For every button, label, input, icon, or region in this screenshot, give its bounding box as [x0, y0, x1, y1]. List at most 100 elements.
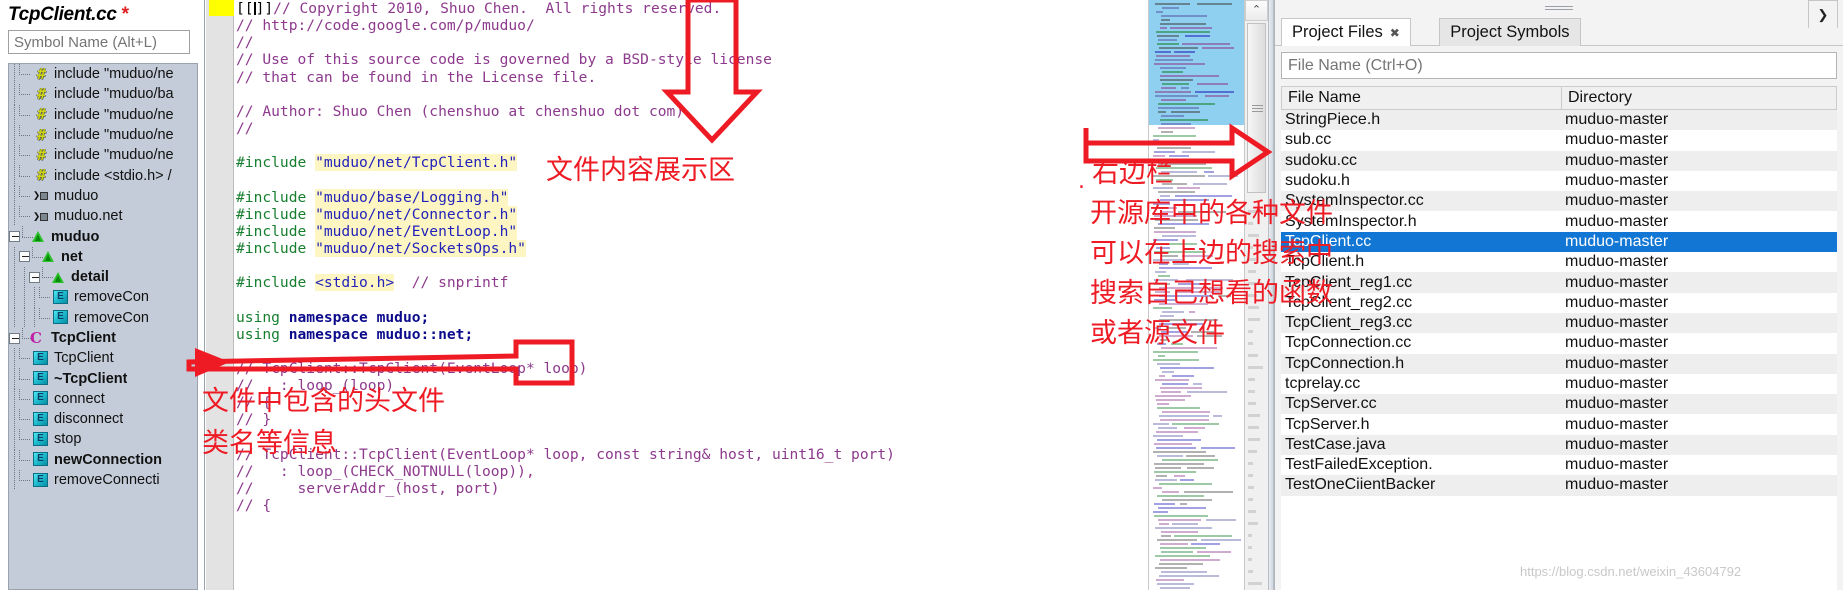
minimap-line	[1155, 379, 1189, 381]
minimap-line	[1169, 155, 1189, 157]
file-list-row[interactable]: TcpConnection.cc muduo-master	[1281, 333, 1837, 353]
code-minimap[interactable]	[1148, 0, 1244, 590]
collapse-toggle-icon[interactable]	[9, 332, 20, 344]
collapse-toggle-icon[interactable]	[19, 251, 30, 263]
minimap-line	[1158, 355, 1165, 357]
file-list-row[interactable]: TestOneCiientBacker muduo-master	[1281, 475, 1837, 496]
minimap-line	[1160, 199, 1209, 201]
scrollbar-tick	[1248, 354, 1258, 357]
tree-guide	[19, 307, 29, 329]
symbol-tree-item[interactable]: Estop	[9, 429, 197, 450]
file-list-row[interactable]: TcpClient.h muduo-master	[1281, 252, 1837, 272]
minimap-line	[1155, 479, 1177, 481]
file-name-cell: TcpClient.cc	[1285, 232, 1372, 250]
code-line: // serverAddr_(host, port)	[236, 480, 1148, 497]
symbol-tree-item[interactable]: ❯ muduo	[9, 185, 197, 207]
symbol-tree-item[interactable]: Econnect	[9, 388, 197, 410]
file-list-row[interactable]: TcpConnection.h muduo-master	[1281, 353, 1837, 374]
panel-tab-project-symbols[interactable]: Project Symbols	[1439, 18, 1581, 46]
file-list-row[interactable]: TcpClient_reg1.cc muduo-master	[1281, 272, 1837, 293]
file-list-row[interactable]: TcpServer.h muduo-master	[1281, 414, 1837, 434]
minimap-line	[1162, 491, 1179, 493]
symbol-tree-item[interactable]: detail	[9, 266, 197, 288]
file-list-row[interactable]: TcpClient.cc muduo-master	[1281, 231, 1837, 253]
symbol-tree-item[interactable]: # include "muduo/ne	[9, 145, 197, 166]
collapse-toggle-icon[interactable]	[9, 231, 20, 243]
scroll-up-button[interactable]: ⌃	[1245, 0, 1268, 21]
code-token: // serverAddr_(host, port)	[236, 479, 500, 497]
tree-guide	[9, 246, 19, 268]
code-text[interactable]: [[]]// Copyright 2010, Shuo Chen. All ri…	[236, 0, 1148, 514]
symbol-tree-item[interactable]: C TcpClient	[9, 327, 197, 348]
symbol-tree-item[interactable]: E TcpClient	[9, 348, 197, 369]
symbol-tree-item[interactable]: muduo	[9, 226, 197, 246]
tab-overflow-menu-button[interactable]: ❯	[1808, 0, 1838, 28]
file-list-row[interactable]: SystemInspector.h muduo-master	[1281, 211, 1837, 231]
minimap-line	[1153, 239, 1178, 241]
minimap-line	[1154, 215, 1197, 217]
minimap-line	[1197, 83, 1228, 85]
column-header-directory[interactable]: Directory	[1562, 87, 1836, 109]
symbol-tree-item[interactable]: EremoveConnecti	[9, 469, 197, 491]
minimap-line	[1159, 375, 1165, 377]
tree-guide	[9, 104, 19, 126]
panel-drag-handle-icon[interactable]	[1545, 6, 1573, 12]
symbol-tree-item[interactable]: Edisconnect	[9, 409, 197, 430]
close-icon[interactable]: ✖	[1390, 26, 1400, 40]
file-list-row[interactable]: TestCase.java muduo-master	[1281, 434, 1837, 456]
symbol-tree-item[interactable]: EnewConnection	[9, 449, 197, 471]
editor-vertical-scrollbar[interactable]: ⌃	[1244, 0, 1268, 590]
directory-cell: muduo-master	[1565, 212, 1669, 230]
panel-tab-project-files[interactable]: Project Files ✖	[1281, 18, 1411, 46]
scrollbar-thumb[interactable]	[1247, 23, 1266, 193]
minimap-line	[1161, 131, 1173, 133]
minimap-line	[1153, 327, 1161, 329]
minimap-line	[1159, 323, 1203, 325]
panel-tabstrip: Project Files ✖ Project Symbols	[1275, 18, 1843, 46]
file-list[interactable]: StringPiece.h muduo-master sub.cc muduo-mas…	[1281, 110, 1837, 590]
project-files-panel: Project Files ✖ Project Symbols ❯ File Nam…	[1274, 0, 1843, 590]
scrollbar-tick	[1248, 558, 1252, 561]
column-header-file-name[interactable]: File Name	[1282, 87, 1562, 109]
collapse-toggle-icon[interactable]	[29, 271, 40, 283]
symbol-tree[interactable]: # include "muduo/ne # include "muduo/ba # inc…	[8, 63, 198, 590]
file-list-row[interactable]: sudoku.cc muduo-master	[1281, 150, 1837, 171]
chevron-down-icon: ❯	[1817, 6, 1829, 22]
file-list-row[interactable]: TcpServer.cc muduo-master	[1281, 394, 1837, 415]
directory-cell: muduo-master	[1565, 273, 1669, 291]
code-token: ]]	[255, 0, 274, 17]
symbol-tree-item[interactable]: # include "muduo/ne	[9, 64, 197, 85]
symbol-tree-item[interactable]: # include "muduo/ba	[9, 84, 197, 105]
minimap-line	[1160, 547, 1206, 549]
minimap-line	[1157, 495, 1204, 497]
code-editor[interactable]: [[]]// Copyright 2010, Shuo Chen. All ri…	[206, 0, 1148, 590]
file-list-row[interactable]: tcprelay.cc muduo-master	[1281, 374, 1837, 394]
tree-guide	[9, 307, 19, 329]
scrollbar-tick	[1248, 378, 1255, 381]
minimap-line	[1161, 87, 1176, 89]
file-list-row[interactable]: TcpClient_reg2.cc muduo-master	[1281, 293, 1837, 313]
file-list-row[interactable]: sudoku.h muduo-master	[1281, 171, 1837, 191]
symbol-tree-item[interactable]: # include "muduo/ne	[9, 104, 197, 126]
minimap-line	[1166, 327, 1186, 329]
symbol-tree-item[interactable]: # include "muduo/ne	[9, 124, 197, 146]
file-list-row[interactable]: TestFailedException. muduo-master	[1281, 455, 1837, 475]
file-list-row[interactable]: StringPiece.h muduo-master	[1281, 110, 1837, 131]
tree-guide	[9, 348, 19, 369]
symbol-tree-item[interactable]: ❯ muduo.net	[9, 206, 197, 227]
panel-tab-label: Project Symbols	[1450, 23, 1570, 41]
symbol-tree-item[interactable]: E ~TcpClient	[9, 368, 197, 390]
scrollbar-tick	[1248, 330, 1253, 333]
symbol-tree-item[interactable]: # include <stdio.h> /	[9, 165, 197, 187]
file-list-row[interactable]: sub.cc muduo-master	[1281, 130, 1837, 150]
file-list-row[interactable]: SystemInspector.cc muduo-master	[1281, 191, 1837, 212]
code-token: // TcpClient::TcpClient(EventLoop* loop)	[236, 359, 588, 377]
symbol-tree-item[interactable]: EremoveCon	[9, 307, 197, 329]
symbol-tree-item[interactable]: EremoveCon	[9, 287, 197, 308]
scrollbar-tick	[1248, 510, 1256, 513]
file-list-row[interactable]: TcpClient_reg3.cc muduo-master	[1281, 312, 1837, 334]
symbol-search-input[interactable]	[8, 30, 190, 54]
symbol-tree-item[interactable]: net	[9, 246, 197, 268]
file-name-filter-input[interactable]	[1281, 52, 1837, 79]
